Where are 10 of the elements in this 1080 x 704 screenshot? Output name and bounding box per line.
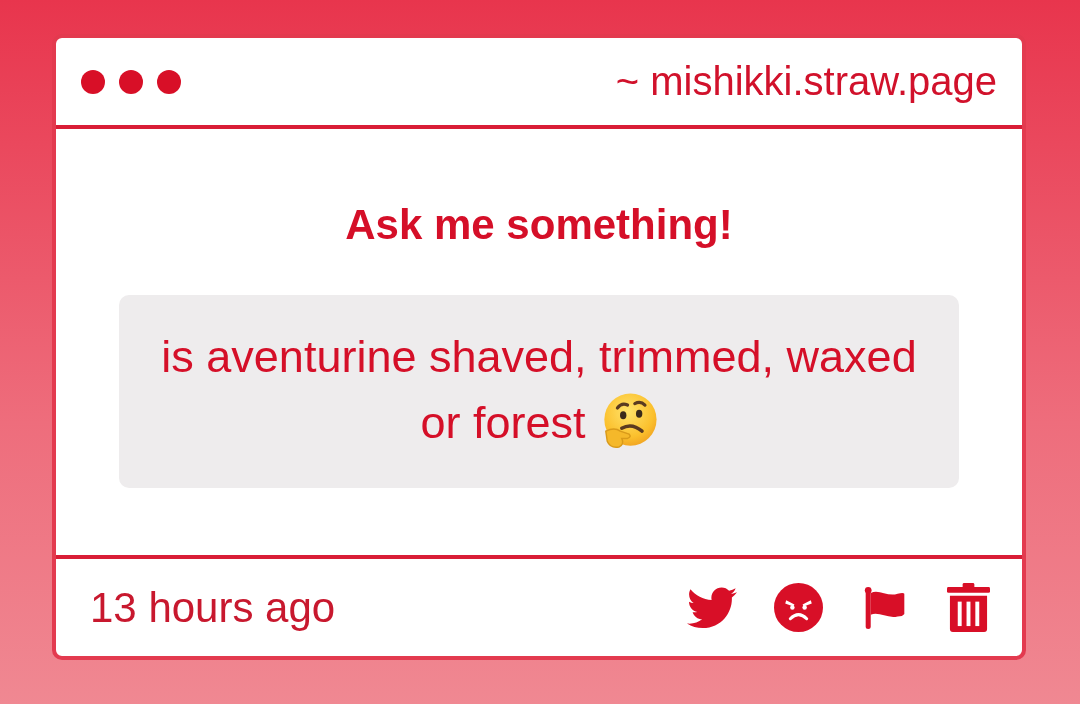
angry-face-icon[interactable] bbox=[774, 583, 823, 632]
window-dot-icon bbox=[81, 69, 105, 94]
window-dot-icon bbox=[119, 69, 143, 94]
page-address: ~ mishikki.straw.page bbox=[615, 59, 997, 104]
twitter-bird-icon[interactable] bbox=[687, 586, 737, 629]
window-dot-icon bbox=[157, 69, 181, 94]
question-text: is aventurine shaved, trimmed, waxed or forest bbox=[160, 330, 918, 452]
post-time: 13 hours ago bbox=[90, 583, 336, 632]
trash-icon[interactable] bbox=[947, 583, 990, 632]
prompt-title: Ask me something! bbox=[345, 200, 733, 250]
